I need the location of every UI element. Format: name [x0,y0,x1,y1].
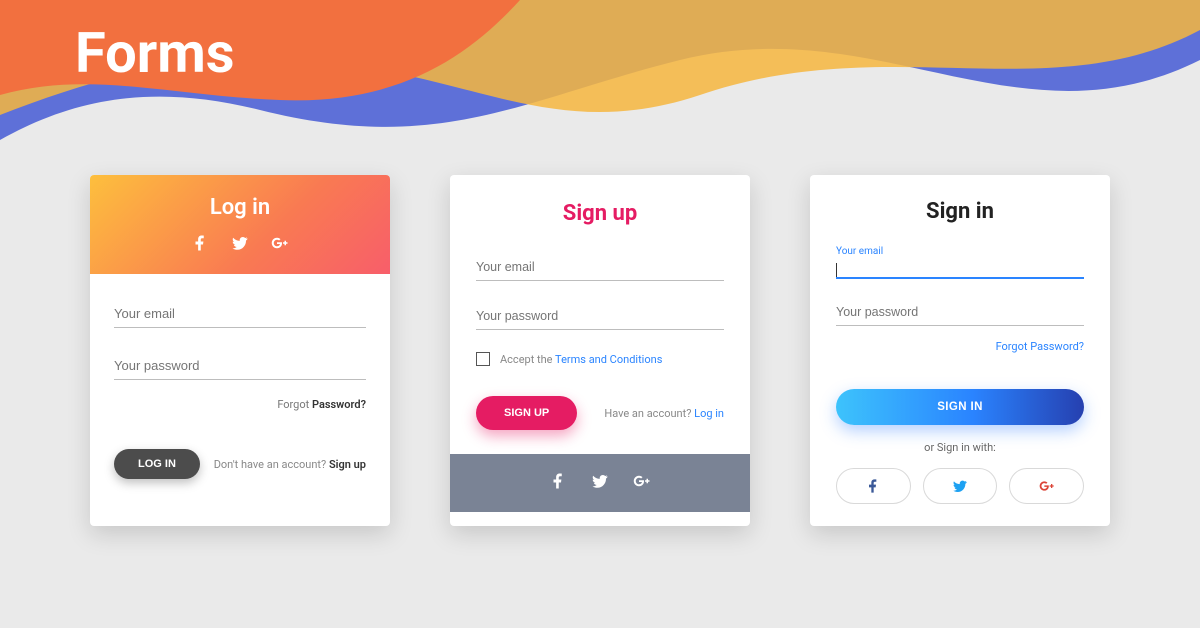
email-field[interactable] [476,254,724,281]
login-card: Log in Forgot Password? LOG IN Don't hav… [90,175,390,526]
signup-hint: Don't have an account? Sign up [214,458,366,471]
forgot-prefix: Forgot [277,398,312,411]
login-card-header: Log in [90,175,390,274]
login-button[interactable]: LOG IN [114,449,200,479]
password-field[interactable] [114,352,366,380]
twitter-icon [952,478,968,494]
login-link[interactable]: Log in [694,407,724,420]
email-field-wrapper: Your email [836,246,1084,279]
terms-checkbox[interactable] [476,352,490,366]
google-plus-icon[interactable] [271,234,289,256]
facebook-icon[interactable] [549,472,567,494]
signup-button[interactable]: SIGN UP [476,396,577,430]
forgot-bold: Password? [312,398,366,411]
signin-title: Sign in [836,199,1084,224]
twitter-button[interactable] [923,468,998,504]
forgot-password-link[interactable]: Forgot Password? [114,398,366,411]
twitter-icon[interactable] [231,234,249,256]
google-plus-icon[interactable] [633,472,651,494]
google-plus-button[interactable] [1009,468,1084,504]
or-sign-in-with: or Sign in with: [836,441,1084,454]
terms-link[interactable]: Terms and Conditions [555,353,662,366]
signup-card: Sign up Accept the Terms and Conditions … [450,175,750,526]
signin-button[interactable]: SIGN IN [836,389,1084,425]
page-title: Forms [75,20,235,86]
forgot-password-link[interactable]: Forgot Password? [996,340,1084,353]
password-field[interactable] [476,303,724,330]
facebook-button[interactable] [836,468,911,504]
signup-hint-prefix: Don't have an account? [214,458,329,471]
signup-title: Sign up [476,201,724,226]
google-plus-icon [1039,478,1055,494]
facebook-icon [865,478,881,494]
signup-link[interactable]: Sign up [329,458,366,471]
signin-card: Sign in Your email Forgot Password? SIGN… [810,175,1110,526]
signup-card-footer [450,454,750,512]
terms-text: Accept the Terms and Conditions [500,353,662,366]
facebook-icon[interactable] [191,234,209,256]
login-hint: Have an account? Log in [604,407,724,420]
password-field[interactable] [836,301,1084,326]
email-float-label: Your email [836,246,1084,257]
login-hint-prefix: Have an account? [604,407,694,420]
email-field[interactable] [114,300,366,328]
login-title: Log in [90,195,390,220]
twitter-icon[interactable] [591,472,609,494]
terms-prefix: Accept the [500,353,555,366]
